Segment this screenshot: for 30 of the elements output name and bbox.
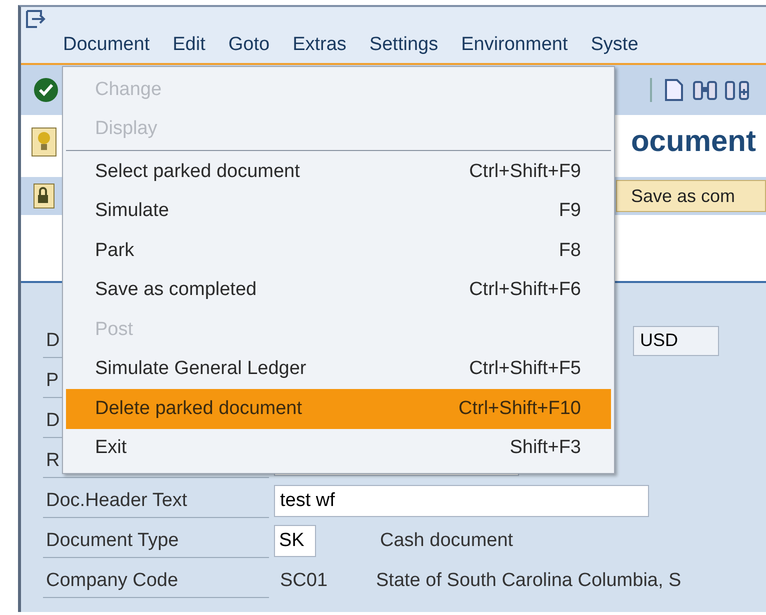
binoculars-icon[interactable] xyxy=(692,78,718,102)
menu-item[interactable]: Environment xyxy=(461,34,568,56)
field-label: Doc.Header Text xyxy=(43,484,269,518)
window-menu-icon[interactable] xyxy=(26,10,46,28)
menu-item[interactable]: Document xyxy=(63,34,150,56)
menu-option[interactable]: Park F8 xyxy=(66,231,611,270)
menu-item[interactable]: Edit xyxy=(172,34,206,56)
field-label: Company Code xyxy=(43,564,269,598)
field-value: SC01 xyxy=(280,570,329,592)
field-label: Document Type xyxy=(43,524,269,558)
document-type-field[interactable]: SK xyxy=(274,525,316,557)
check-icon[interactable] xyxy=(33,77,59,103)
menu-option[interactable]: Simulate F9 xyxy=(66,192,611,231)
field-description: State of South Carolina Columbia, S xyxy=(376,570,682,592)
field-description: Cash document xyxy=(380,530,514,552)
menu-option[interactable]: Select parked document Ctrl+Shift+F9 xyxy=(66,152,611,192)
binoculars-plus-icon[interactable] xyxy=(724,78,750,102)
menu-item[interactable]: Extras xyxy=(292,34,346,56)
menu-option[interactable]: Save as completed Ctrl+Shift+F6 xyxy=(66,270,611,310)
lock-icon[interactable] xyxy=(33,183,55,209)
page-icon[interactable] xyxy=(662,78,686,102)
screen-title: ocument xyxy=(630,125,756,159)
save-as-completed-button[interactable]: Save as com xyxy=(616,180,766,212)
menu-item[interactable]: Settings xyxy=(369,34,438,56)
menu-item[interactable]: Goto xyxy=(228,34,270,56)
menu-item[interactable]: Syste xyxy=(590,34,638,56)
header-text-field[interactable]: test wf xyxy=(274,485,649,517)
currency-field[interactable]: USD xyxy=(633,326,719,356)
lightbulb-icon[interactable] xyxy=(31,127,57,157)
menu-option[interactable]: Delete parked document Ctrl+Shift+F10 xyxy=(66,389,611,428)
